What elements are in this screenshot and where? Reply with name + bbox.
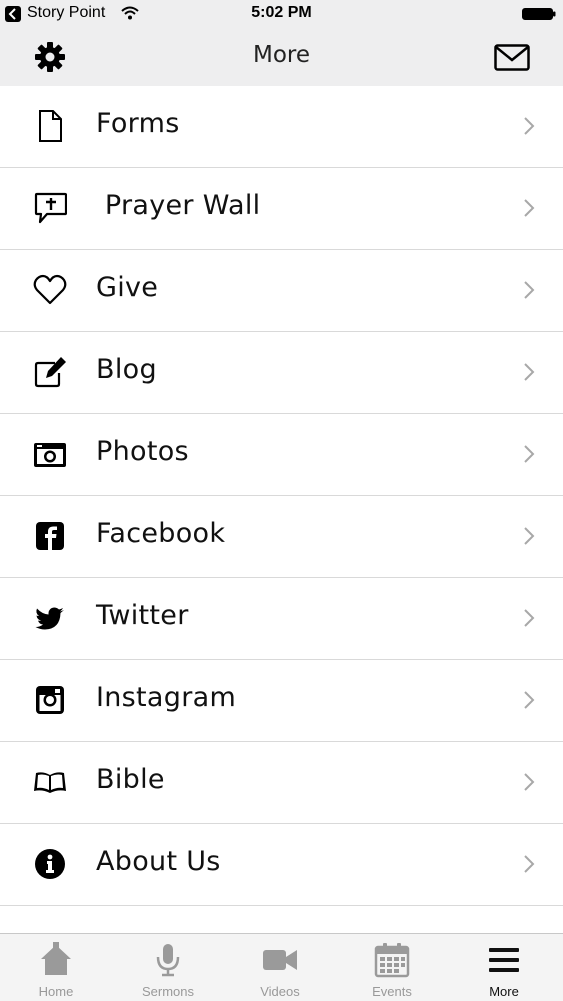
tab-more[interactable]: More	[448, 934, 560, 1001]
menu-item-about-us[interactable]: About Us	[0, 824, 563, 906]
menu-item-photos[interactable]: Photos	[0, 414, 563, 496]
menu-item-prayer-wall[interactable]: Prayer Wall	[0, 168, 563, 250]
facebook-icon	[36, 522, 64, 550]
heart-icon	[33, 274, 67, 305]
menu-item-instagram[interactable]: Instagram	[0, 660, 563, 742]
chevron-right-icon	[524, 199, 535, 217]
info-icon	[35, 849, 65, 879]
chevron-right-icon	[524, 117, 535, 135]
menu-item-give[interactable]: Give	[0, 250, 563, 332]
menu-item-facebook[interactable]: Facebook	[0, 496, 563, 578]
menu-item-twitter[interactable]: Twitter	[0, 578, 563, 660]
navigation-bar: More	[0, 28, 563, 86]
book-icon	[34, 772, 66, 793]
chevron-right-icon	[524, 363, 535, 381]
prayer-bubble-icon	[34, 192, 67, 224]
menu-item-label: Bible	[96, 764, 165, 795]
page-title: More	[252, 42, 311, 68]
tab-label: More	[489, 984, 519, 999]
menu-item-label: Photos	[96, 436, 189, 467]
chevron-right-icon	[524, 445, 535, 463]
tab-videos[interactable]: Videos	[224, 934, 336, 1001]
home-icon	[41, 942, 71, 975]
calendar-icon	[374, 943, 410, 978]
menu-item-label: Twitter	[96, 600, 189, 631]
twitter-icon	[35, 607, 64, 630]
chevron-right-icon	[524, 609, 535, 627]
status-time: 5:02 PM	[251, 4, 312, 21]
menu-item-label: About Us	[96, 846, 221, 877]
chevron-right-icon	[524, 855, 535, 873]
tab-label: Videos	[260, 984, 300, 999]
instagram-icon	[36, 686, 64, 714]
tab-home[interactable]: Home	[0, 934, 112, 1001]
tab-label: Sermons	[141, 984, 195, 999]
tab-label: Home	[38, 984, 74, 999]
battery-icon	[522, 8, 556, 20]
menu-item-label: Give	[96, 272, 159, 303]
edit-icon	[34, 357, 66, 388]
menu-icon	[489, 948, 519, 972]
document-icon	[39, 110, 62, 142]
menu-item-label: Blog	[96, 354, 157, 385]
tab-sermons[interactable]: Sermons	[112, 934, 224, 1001]
tab-bar: Home Sermons Videos Events More	[0, 933, 563, 1001]
menu-item-label: Facebook	[96, 518, 226, 549]
chevron-right-icon	[524, 691, 535, 709]
camera-icon	[34, 443, 66, 467]
chevron-right-icon	[524, 281, 535, 299]
microphone-icon	[156, 944, 180, 977]
menu-item-forms[interactable]: Forms	[0, 86, 563, 168]
menu-item-bible[interactable]: Bible	[0, 742, 563, 824]
chevron-right-icon	[524, 773, 535, 791]
more-menu-list: Forms Prayer Wall Give Blog Photos Faceb…	[0, 86, 563, 936]
mail-icon[interactable]	[494, 44, 530, 71]
menu-item-blog[interactable]: Blog	[0, 332, 563, 414]
tab-events[interactable]: Events	[336, 934, 448, 1001]
menu-item-label: Prayer Wall	[96, 190, 261, 221]
chevron-right-icon	[524, 527, 535, 545]
menu-item-label: Forms	[96, 108, 180, 139]
status-bar: Story Point 5:02 PM	[0, 0, 563, 28]
tab-label: Events	[372, 984, 412, 999]
menu-item-label: Instagram	[96, 682, 237, 713]
list-spacer	[0, 906, 563, 936]
video-camera-icon	[263, 950, 297, 970]
